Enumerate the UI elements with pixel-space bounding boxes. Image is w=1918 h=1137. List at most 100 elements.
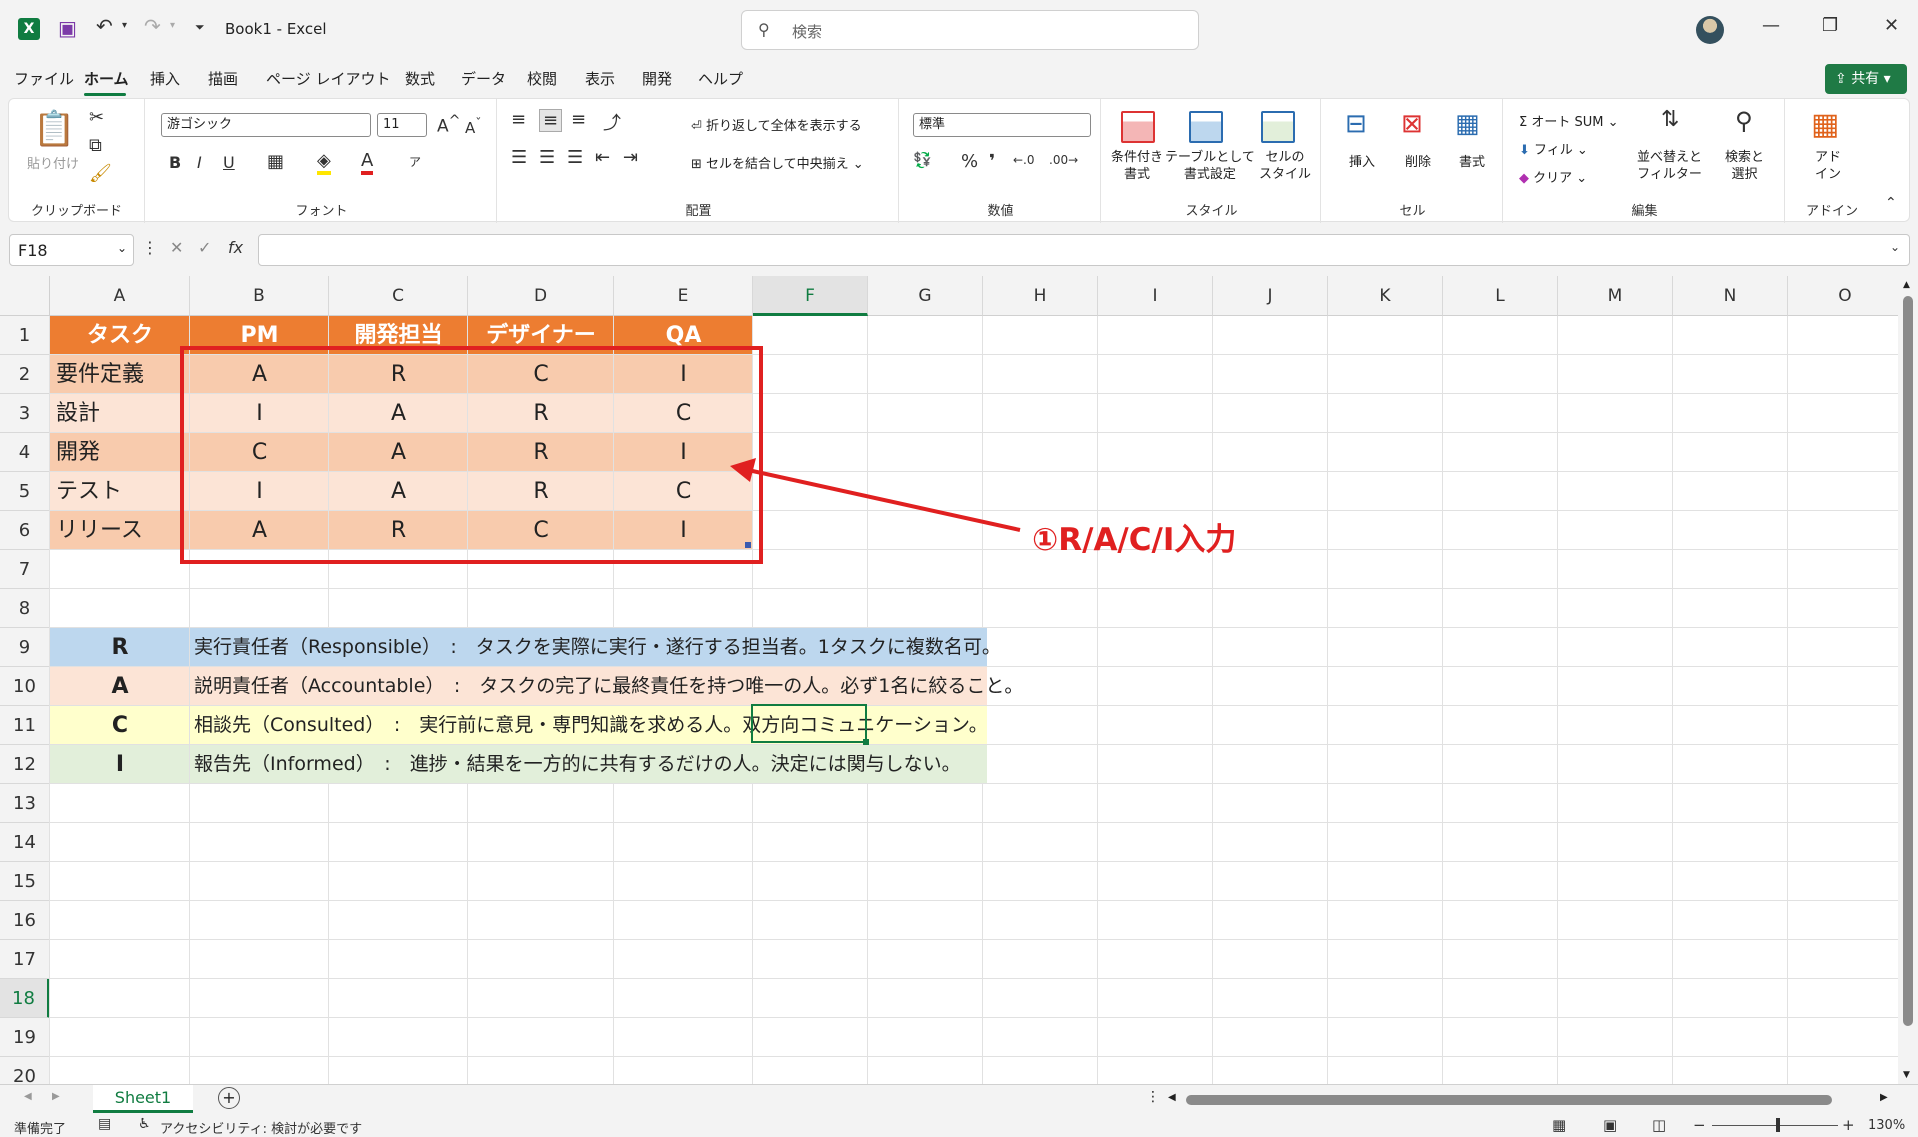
column-header-i[interactable]: I (1098, 276, 1213, 316)
autosum-button[interactable]: Σ オート SUM ⌄ (1519, 111, 1619, 130)
row-header-16[interactable]: 16 (0, 901, 50, 940)
find-select-icon[interactable]: ⚲ (1735, 107, 1753, 135)
italic-icon[interactable]: I (197, 153, 202, 172)
clear-button[interactable]: ◆ クリア ⌄ (1519, 167, 1587, 186)
insert-cells-label[interactable]: 挿入 (1349, 151, 1375, 170)
expand-formula-icon[interactable]: ⌄ (1890, 240, 1900, 254)
column-header-e[interactable]: E (614, 276, 753, 316)
redo-icon[interactable]: ↷ (144, 14, 161, 38)
align-bottom-icon[interactable]: ≡ (571, 109, 586, 130)
merge-center-button[interactable]: ⊞ セルを結合して中央揃え ⌄ (691, 153, 864, 172)
font-name-dropdown[interactable]: 游ゴシック (161, 113, 371, 137)
row-header-14[interactable]: 14 (0, 823, 50, 862)
redo-dropdown-icon[interactable]: ▾ (170, 20, 175, 31)
add-sheet-icon[interactable]: + (218, 1087, 240, 1109)
column-header-n[interactable]: N (1673, 276, 1788, 316)
row-header-17[interactable]: 17 (0, 940, 50, 979)
decrease-font-icon[interactable]: Aˇ (465, 115, 482, 137)
row-header-18[interactable]: 18 (0, 979, 50, 1018)
format-cells-icon[interactable]: ▦ (1455, 109, 1480, 139)
align-middle-icon[interactable]: ≡ (539, 109, 563, 132)
active-cell-f18[interactable] (751, 704, 869, 745)
undo-icon[interactable]: ↶ (96, 14, 113, 38)
tab-data[interactable]: データ (461, 68, 506, 89)
row-header-19[interactable]: 19 (0, 1018, 50, 1057)
scroll-down-icon[interactable]: ▼ (1903, 1070, 1910, 1080)
collapse-ribbon-icon[interactable]: ⌃ (1885, 195, 1897, 211)
macro-record-icon[interactable]: ▤ (98, 1116, 111, 1132)
name-box-dropdown-icon[interactable]: ⌄ (117, 241, 127, 255)
share-button[interactable]: ⇪ 共有 ▾ (1825, 64, 1907, 94)
conditional-formatting-label[interactable]: 条件付き 書式 (1111, 149, 1163, 183)
increase-decimal-icon[interactable]: ←.0 (1013, 153, 1035, 167)
name-box[interactable]: F18 ⌄ (9, 234, 134, 266)
row-header-5[interactable]: 5 (0, 472, 50, 511)
row-header-1[interactable]: 1 (0, 316, 50, 355)
tab-draw[interactable]: 描画 (208, 68, 238, 89)
bold-icon[interactable]: B (169, 153, 181, 172)
vertical-scrollbar[interactable]: ▲ ▼ (1898, 276, 1918, 1086)
cut-icon[interactable]: ✂ (89, 107, 104, 128)
font-size-dropdown[interactable]: 11 (377, 113, 427, 137)
copy-icon[interactable]: ⧉ (89, 135, 102, 156)
column-header-c[interactable]: C (329, 276, 468, 316)
cell-styles-icon[interactable] (1261, 111, 1295, 143)
column-header-k[interactable]: K (1328, 276, 1443, 316)
hscroll-right-icon[interactable]: ▶ (1880, 1092, 1888, 1103)
vertical-scroll-thumb[interactable] (1903, 296, 1913, 1026)
tab-review[interactable]: 校閲 (527, 68, 557, 89)
zoom-slider-thumb[interactable] (1776, 1118, 1780, 1132)
fill-color-icon[interactable]: ◈ (317, 151, 331, 175)
underline-icon[interactable]: U (223, 153, 235, 172)
restore-icon[interactable]: ❐ (1822, 15, 1838, 36)
decrease-indent-icon[interactable]: ⇤ (595, 147, 610, 168)
format-as-table-icon[interactable] (1189, 111, 1223, 143)
align-left-icon[interactable]: ☰ (511, 147, 527, 168)
close-icon[interactable]: ✕ (1884, 15, 1899, 36)
horizontal-scroll-thumb[interactable] (1186, 1095, 1832, 1105)
row-header-3[interactable]: 3 (0, 394, 50, 433)
column-header-f[interactable]: F (753, 276, 868, 316)
row-header-11[interactable]: 11 (0, 706, 50, 745)
format-cells-label[interactable]: 書式 (1459, 151, 1485, 170)
format-painter-icon[interactable]: 🖌 (89, 163, 112, 184)
increase-indent-icon[interactable]: ⇥ (623, 147, 638, 168)
row-header-7[interactable]: 7 (0, 550, 50, 589)
addins-label[interactable]: アド イン (1815, 149, 1841, 183)
select-all-corner[interactable] (0, 276, 50, 316)
status-accessibility[interactable]: アクセシビリティ: 検討が必要です (160, 1118, 362, 1137)
insert-cells-icon[interactable]: ⊟ (1345, 109, 1367, 139)
tab-next-icon[interactable]: ▶ (52, 1091, 60, 1102)
decrease-decimal-icon[interactable]: .00→ (1049, 153, 1078, 167)
row-header-13[interactable]: 13 (0, 784, 50, 823)
border-icon[interactable]: ▦ (267, 151, 284, 172)
column-header-h[interactable]: H (983, 276, 1098, 316)
tab-home[interactable]: ホーム (84, 68, 129, 89)
sheet-tab-sheet1[interactable]: Sheet1 (93, 1085, 193, 1113)
zoom-level[interactable]: 130% (1868, 1118, 1905, 1133)
enter-icon[interactable]: ✓ (198, 238, 211, 257)
font-color-icon[interactable]: A (361, 151, 374, 175)
tab-prev-icon[interactable]: ◀ (24, 1091, 32, 1102)
sort-filter-icon[interactable]: ⇅ (1661, 107, 1679, 132)
page-layout-view-icon[interactable]: ▣ (1603, 1116, 1617, 1134)
tab-help[interactable]: ヘルプ (698, 68, 743, 89)
column-header-b[interactable]: B (190, 276, 329, 316)
hscroll-left-icon[interactable]: ◀ (1168, 1092, 1176, 1103)
sort-filter-label[interactable]: 並べ替えと フィルター (1637, 149, 1702, 183)
column-header-j[interactable]: J (1213, 276, 1328, 316)
tab-split-icon[interactable]: ⋮ (1146, 1089, 1160, 1105)
find-select-label[interactable]: 検索と 選択 (1725, 149, 1764, 183)
column-header-m[interactable]: M (1558, 276, 1673, 316)
number-format-dropdown[interactable]: 標準 (913, 113, 1091, 137)
row-header-10[interactable]: 10 (0, 667, 50, 706)
tab-page-layout[interactable]: ページ レイアウト (266, 68, 390, 89)
page-break-view-icon[interactable]: ◫ (1652, 1116, 1666, 1134)
scroll-up-icon[interactable]: ▲ (1903, 280, 1910, 290)
currency-icon[interactable]: 💱 (913, 151, 932, 169)
row-header-8[interactable]: 8 (0, 589, 50, 628)
increase-font-icon[interactable]: A^ (437, 113, 461, 137)
cell-styles-label[interactable]: セルの スタイル (1259, 149, 1311, 183)
phonetic-icon[interactable]: ア (409, 153, 421, 170)
zoom-in-icon[interactable]: + (1842, 1116, 1855, 1134)
